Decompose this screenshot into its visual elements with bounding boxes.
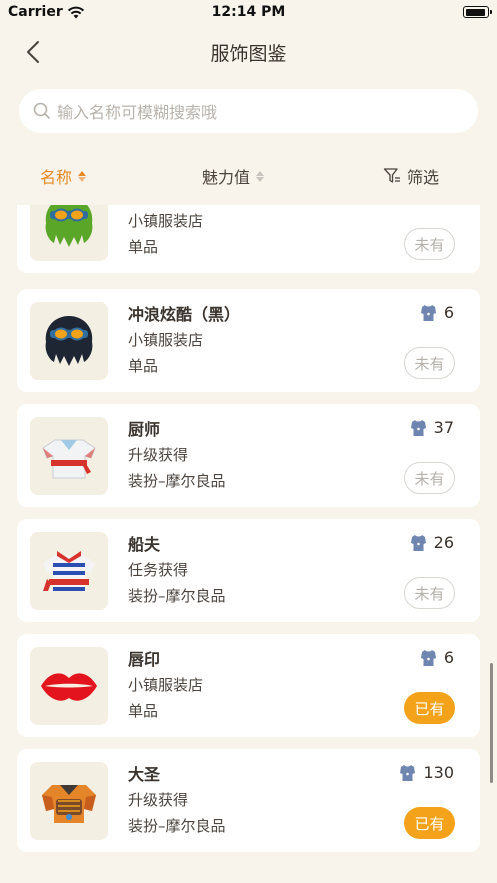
item-name: 唇印 (128, 650, 161, 669)
striped-shirt-icon (43, 551, 95, 591)
item-name: 船夫 (128, 535, 161, 554)
charm-number: 6 (443, 303, 454, 322)
charm-value: 6 (420, 303, 454, 322)
sort-arrows-icon (256, 170, 265, 182)
item-source: 小镇服装店 (128, 212, 204, 230)
search-input[interactable]: 输入名称可模糊搜索哦 (19, 89, 478, 133)
filter-label: 筛选 (407, 168, 440, 187)
filter-button[interactable]: 筛选 (383, 164, 439, 188)
charm-shirt-icon (400, 764, 416, 781)
item-name: 厨师 (128, 420, 161, 439)
item-category: 装扮–摩尔良品 (128, 817, 226, 835)
charm-value: 37 (410, 418, 454, 437)
monkey-king-armor-icon (42, 785, 96, 823)
item-source: 任务获得 (128, 561, 189, 579)
green-hair-goggles-icon (45, 205, 93, 247)
list-item[interactable]: 小镇服装店 单品 未有 (17, 205, 480, 273)
charm-value: 26 (410, 533, 454, 552)
list-item[interactable]: 厨师 升级获得 装扮–摩尔良品 37 未有 (17, 404, 480, 507)
status-time: 12:14 PM (211, 4, 286, 20)
list-item[interactable]: 唇印 小镇服装店 单品 6 已有 (17, 634, 480, 737)
item-source: 小镇服装店 (128, 331, 204, 349)
sort-by-name-button[interactable]: 名称 (40, 164, 87, 188)
list-item[interactable]: 船夫 任务获得 装扮–摩尔良品 26 未有 (17, 519, 480, 622)
item-thumbnail (30, 205, 108, 261)
item-category: 装扮–摩尔良品 (128, 472, 226, 490)
item-source: 升级获得 (128, 791, 189, 809)
charm-value: 130 (399, 763, 454, 782)
charm-number: 26 (433, 533, 454, 552)
item-thumbnail (30, 417, 108, 495)
chef-shirt-icon (42, 439, 96, 479)
charm-shirt-icon (420, 649, 436, 666)
battery-icon (463, 6, 492, 18)
owned-status-badge: 已有 (404, 692, 455, 724)
charm-number: 6 (443, 648, 454, 667)
lips-icon (41, 673, 97, 701)
item-name: 冲浪炫酷（黑） (128, 305, 241, 324)
search-placeholder: 输入名称可模糊搜索哦 (57, 103, 218, 122)
list-item[interactable]: 大圣 升级获得 装扮–摩尔良品 130 已有 (17, 749, 480, 852)
charm-shirt-icon (420, 304, 436, 321)
item-thumbnail (30, 532, 108, 610)
owned-status-badge: 未有 (404, 228, 455, 260)
item-category: 装扮–摩尔良品 (128, 587, 226, 605)
item-thumbnail (30, 762, 108, 840)
item-category: 单品 (128, 702, 159, 720)
item-thumbnail (30, 302, 108, 380)
owned-status-badge: 未有 (404, 347, 455, 379)
sort-charm-label: 魅力值 (202, 168, 251, 187)
scrollbar[interactable] (490, 663, 493, 783)
filter-icon (383, 168, 400, 183)
owned-status-badge: 未有 (404, 577, 455, 609)
sort-name-label: 名称 (40, 168, 73, 187)
item-category: 单品 (128, 238, 159, 256)
charm-number: 37 (433, 418, 454, 437)
item-category: 单品 (128, 357, 159, 375)
navigation-bar: 服饰图鉴 (0, 30, 497, 74)
list-item[interactable]: 冲浪炫酷（黑） 小镇服装店 单品 6 未有 (17, 289, 480, 392)
page-title: 服饰图鉴 (210, 43, 287, 65)
sort-arrows-icon (78, 170, 87, 182)
black-hair-goggles-icon (45, 316, 93, 366)
sort-by-charm-button[interactable]: 魅力值 (202, 164, 265, 188)
search-icon (33, 102, 50, 119)
item-name: 大圣 (128, 765, 161, 784)
item-source: 升级获得 (128, 446, 189, 464)
charm-value: 6 (420, 648, 454, 667)
owned-status-badge: 未有 (404, 462, 455, 494)
charm-shirt-icon (410, 419, 426, 436)
clothing-list: 小镇服装店 单品 未有 冲浪炫酷（黑） 小镇服装店 单品 6 未有 厨师 升级获… (0, 205, 497, 883)
status-bar: Carrier 12:14 PM (0, 0, 497, 26)
charm-number: 130 (423, 763, 454, 782)
sort-bar: 名称 魅力值 筛选 (0, 160, 497, 192)
charm-shirt-icon (410, 534, 426, 551)
item-thumbnail (30, 647, 108, 725)
owned-status-badge: 已有 (404, 807, 455, 839)
item-source: 小镇服装店 (128, 676, 204, 694)
